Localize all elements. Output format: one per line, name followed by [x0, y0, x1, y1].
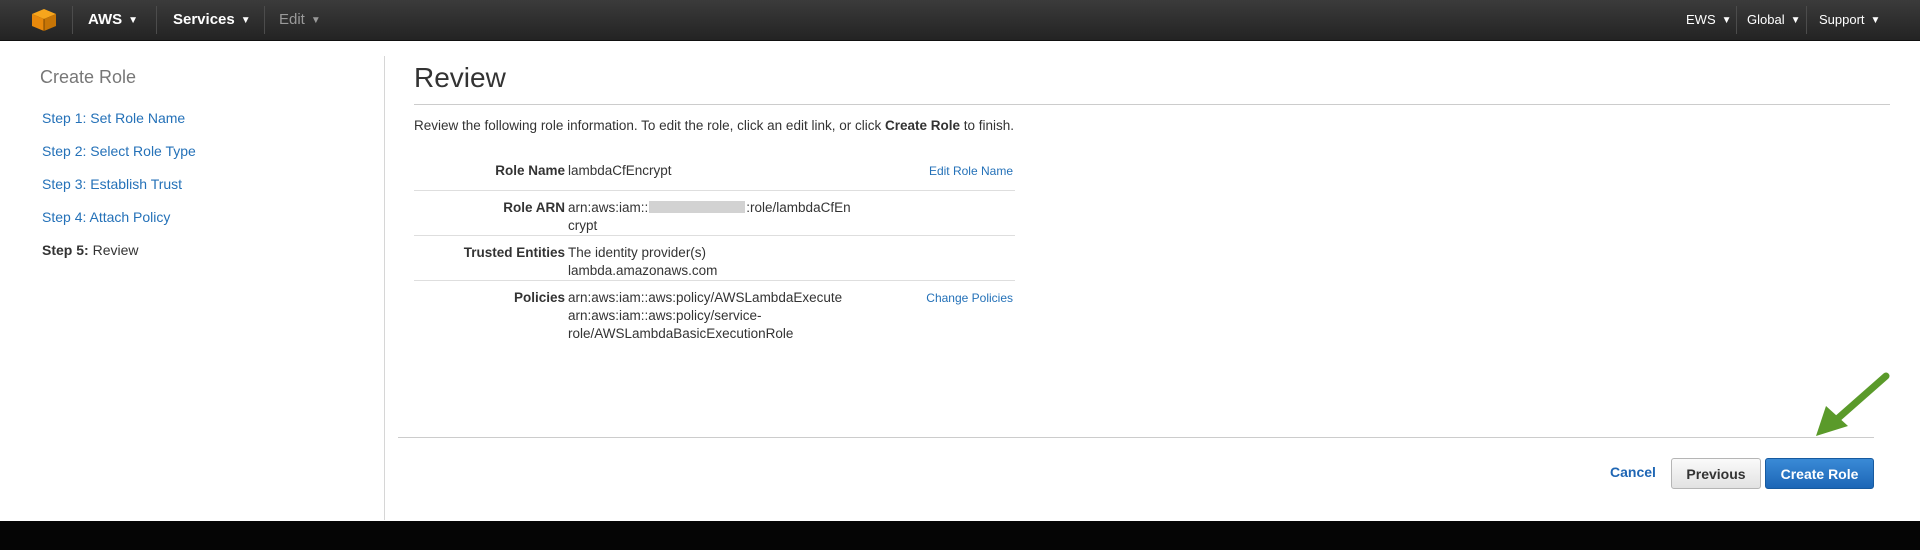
edit-role-name-link[interactable]: Edit Role Name: [929, 164, 1013, 178]
trusted-entities-line1: The identity provider(s): [568, 245, 707, 260]
row-divider: [414, 190, 1015, 191]
bottom-black-bar: [0, 521, 1920, 550]
aws-cube-icon[interactable]: [31, 8, 57, 32]
chevron-down-icon: ▼: [1870, 15, 1881, 26]
current-step-prefix: Step 5:: [42, 242, 89, 258]
sidebar-step-establish-trust[interactable]: Step 3: Establish Trust: [42, 176, 182, 192]
sidebar-step-review: Step 5: Review: [42, 242, 138, 258]
policy-line2: arn:aws:iam::aws:policy/service-: [568, 308, 762, 323]
intro-text: Review the following role information. T…: [414, 118, 885, 133]
chevron-down-icon: ▼: [310, 15, 321, 26]
role-arn-row: Role ARN arn:aws:iam:::role/lambdaCfEn c…: [414, 199, 1015, 235]
current-step-label: Review: [92, 242, 139, 258]
policies-value: arn:aws:iam::aws:policy/AWSLambdaExecute…: [568, 289, 842, 343]
policies-label: Policies: [513, 290, 565, 305]
nav-separator: [72, 6, 73, 34]
nav-separator: [1806, 6, 1807, 34]
sidebar-title: Create Role: [40, 67, 137, 87]
services-menu-label: Services: [173, 11, 235, 28]
policy-line1: arn:aws:iam::aws:policy/AWSLambdaExecute: [568, 290, 843, 305]
policy-line3: role/AWSLambdaBasicExecutionRole: [568, 326, 794, 341]
change-policies-link[interactable]: Change Policies: [926, 291, 1013, 305]
row-divider: [414, 235, 1015, 236]
chevron-down-icon: ▼: [128, 15, 139, 26]
trusted-entities-row: Trusted Entities The identity provider(s…: [414, 244, 1015, 280]
aws-menu[interactable]: AWS ▼: [88, 0, 138, 40]
account-menu[interactable]: EWS ▼: [1686, 0, 1732, 40]
nav-separator: [264, 6, 265, 34]
region-menu-label: Global: [1747, 12, 1785, 27]
row-divider: [414, 280, 1015, 281]
sidebar-step-attach-policy[interactable]: Step 4: Attach Policy: [42, 209, 170, 225]
trusted-entities-label: Trusted Entities: [463, 245, 565, 260]
account-menu-label: EWS: [1686, 12, 1716, 27]
sidebar-step-select-role-type[interactable]: Step 2: Select Role Type: [42, 143, 196, 159]
edit-menu[interactable]: Edit ▼: [279, 0, 321, 40]
previous-button[interactable]: Previous: [1671, 458, 1761, 489]
region-menu[interactable]: Global ▼: [1747, 0, 1800, 40]
top-navigation-bar: AWS ▼ Services ▼ Edit ▼ EWS ▼ Global ▼ Suppor…: [0, 0, 1920, 41]
redacted-account-id: [649, 201, 746, 213]
trusted-entities-line2: lambda.amazonaws.com: [568, 263, 718, 278]
sidebar-step-set-role-name[interactable]: Step 1: Set Role Name: [42, 110, 185, 126]
footer-divider: [398, 437, 1874, 438]
role-name-row: Role Name lambdaCfEncrypt Edit Role Name: [414, 162, 1015, 190]
support-menu[interactable]: Support ▼: [1819, 0, 1880, 40]
aws-menu-label: AWS: [88, 11, 123, 28]
role-name-value: lambdaCfEncrypt: [568, 163, 672, 178]
review-instructions: Review the following role information. T…: [414, 117, 1019, 135]
chevron-down-icon: ▼: [1721, 15, 1732, 26]
intro-suffix: to finish.: [960, 118, 1015, 133]
nav-separator: [156, 6, 157, 34]
support-menu-label: Support: [1819, 12, 1865, 27]
policies-row: Policies arn:aws:iam::aws:policy/AWSLamb…: [414, 289, 1015, 345]
role-arn-prefix: arn:aws:iam::: [568, 200, 649, 215]
trusted-entities-value: The identity provider(s) lambda.amazonaw…: [568, 244, 717, 280]
sidebar-divider: [384, 56, 385, 520]
cancel-link[interactable]: Cancel: [1610, 464, 1656, 480]
role-arn-suffix: :role/lambdaCfEn: [746, 200, 851, 215]
intro-bold: Create Role: [884, 118, 960, 133]
page-title: Review: [414, 62, 506, 93]
chevron-down-icon: ▼: [240, 15, 251, 26]
role-arn-value: arn:aws:iam:::role/lambdaCfEn crypt: [568, 199, 851, 235]
chevron-down-icon: ▼: [1790, 15, 1801, 26]
create-role-button[interactable]: Create Role: [1765, 458, 1874, 489]
role-arn-label: Role ARN: [503, 200, 565, 215]
annotation-arrow-icon: [1816, 372, 1890, 436]
edit-menu-label: Edit: [279, 11, 305, 28]
nav-separator: [1736, 6, 1737, 34]
title-divider: [414, 104, 1890, 105]
role-arn-wrap: crypt: [568, 218, 598, 233]
services-menu[interactable]: Services ▼: [173, 0, 251, 40]
role-name-label: Role Name: [495, 163, 565, 178]
